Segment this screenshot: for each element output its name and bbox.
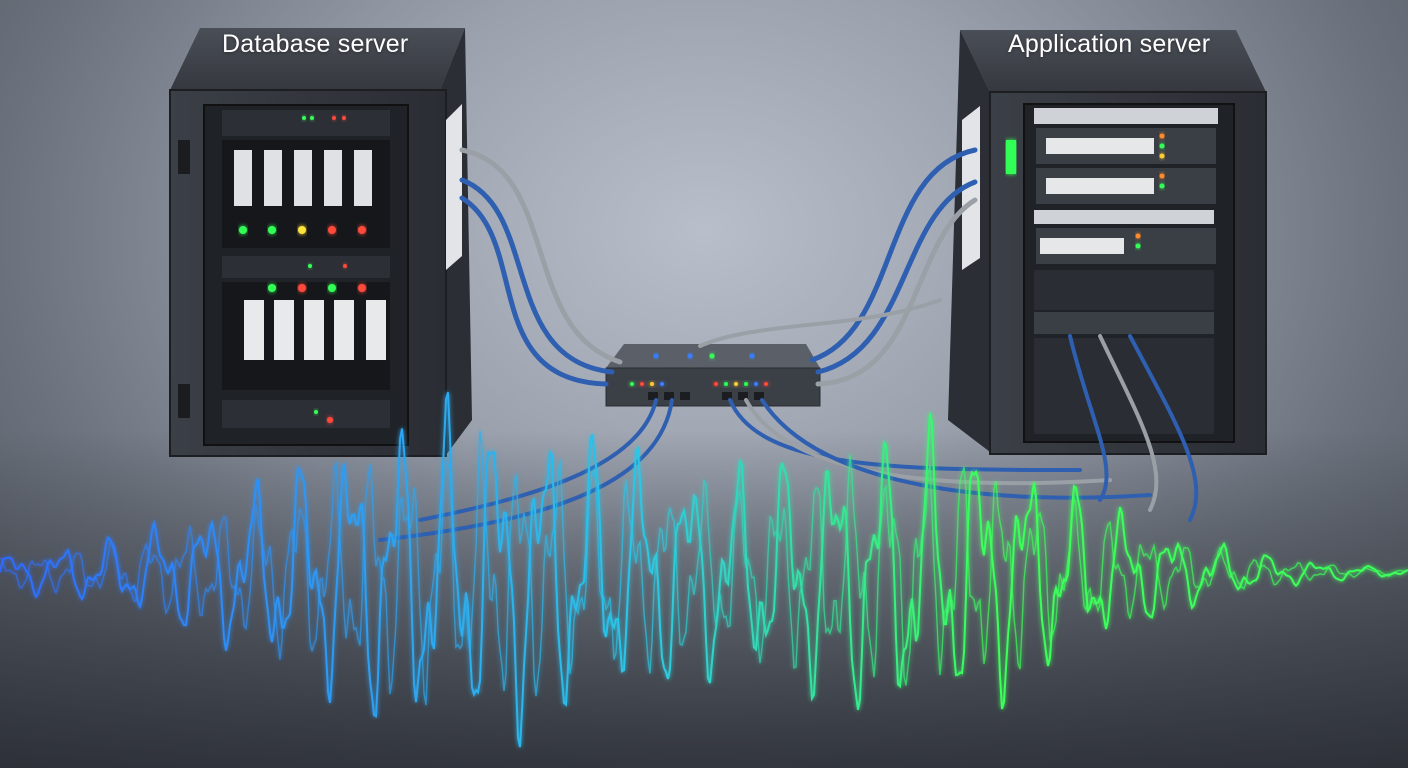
waveform-trace-secondary	[0, 430, 1408, 706]
application-server-label: Application server	[1008, 30, 1211, 58]
database-server-label: Database server	[222, 30, 409, 58]
scene	[0, 28, 1408, 748]
network-switch	[605, 344, 821, 407]
application-server-rack	[948, 30, 1267, 455]
database-server-rack	[169, 28, 472, 457]
